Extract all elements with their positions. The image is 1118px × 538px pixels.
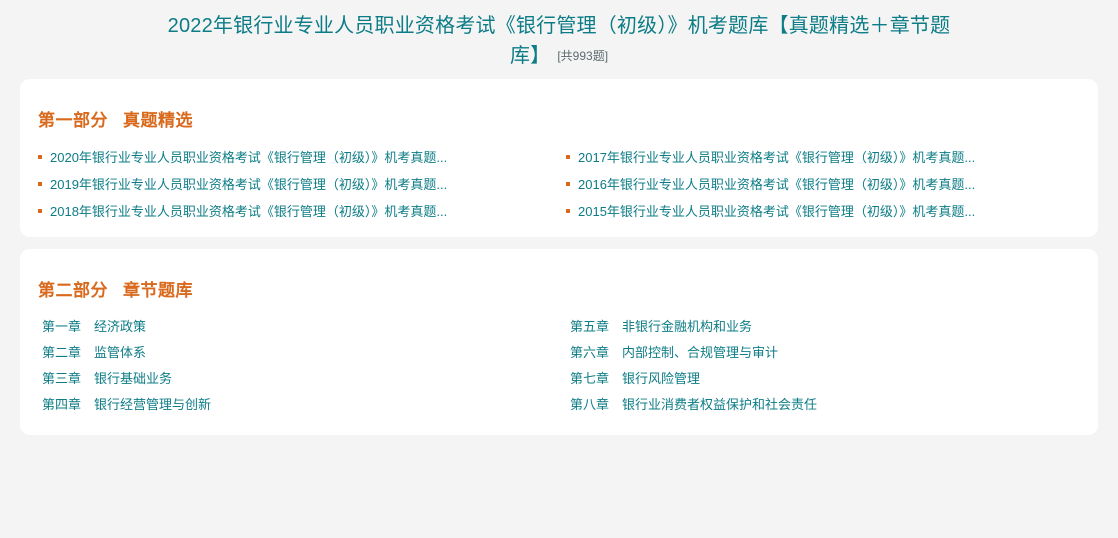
chapter-label: 经济政策	[94, 319, 147, 334]
exam-link-label: 2020年银行业专业人员职业资格考试《银行管理（初级）》机考真题...	[50, 150, 448, 165]
chapter-label: 监管体系	[94, 345, 147, 360]
chapter-label: 内部控制、合规管理与审计	[622, 345, 779, 360]
bullet-square-icon	[566, 182, 570, 186]
list-item[interactable]: 2015年银行业专业人员职业资格考试《银行管理（初级）》机考真题...	[562, 198, 1090, 225]
list-item[interactable]: 第五章 非银行金融机构和业务	[570, 314, 1098, 340]
part2-heading: 第二部分 章节题库	[20, 249, 1098, 301]
chapter-number: 第八章	[570, 397, 610, 412]
part2-columns: 第一章 经济政策 第二章 监管体系 第三章 银行基础业务 第四章 银行经营管理与创新 第…	[20, 301, 1098, 418]
page-root: 2022年银行业专业人员职业资格考试《银行管理（初级）》机考题库【真题精选＋章节…	[0, 0, 1118, 538]
part2-column-left: 第一章 经济政策 第二章 监管体系 第三章 银行基础业务 第四章 银行经营管理与创新	[42, 314, 570, 418]
exam-link-label: 2017年银行业专业人员职业资格考试《银行管理（初级）》机考真题...	[578, 150, 976, 165]
chapter-number: 第六章	[570, 345, 610, 360]
list-item[interactable]: 第六章 内部控制、合规管理与审计	[570, 340, 1098, 366]
part1-column-left: 2020年银行业专业人员职业资格考试《银行管理（初级）》机考真题... 2019…	[34, 144, 562, 225]
bullet-square-icon	[566, 209, 570, 213]
chapter-number: 第一章	[42, 319, 82, 334]
part1-columns: 2020年银行业专业人员职业资格考试《银行管理（初级）》机考真题... 2019…	[20, 131, 1098, 225]
list-item[interactable]: 第三章 银行基础业务	[42, 366, 570, 392]
chapter-number: 第三章	[42, 371, 82, 386]
chapter-number: 第七章	[570, 371, 610, 386]
part1-card: 第一部分 真题精选 2020年银行业专业人员职业资格考试《银行管理（初级）》机考真…	[20, 79, 1098, 237]
bullet-square-icon	[38, 155, 42, 159]
part2-index-label: 第二部分	[38, 281, 108, 300]
list-item[interactable]: 第二章 监管体系	[42, 340, 570, 366]
chapter-label: 银行基础业务	[94, 371, 173, 386]
list-item[interactable]: 2020年银行业专业人员职业资格考试《银行管理（初级）》机考真题...	[34, 144, 562, 171]
exam-link-label: 2018年银行业专业人员职业资格考试《银行管理（初级）》机考真题...	[50, 204, 448, 219]
bullet-square-icon	[38, 182, 42, 186]
chapter-label: 银行经营管理与创新	[94, 397, 212, 412]
part1-title-label: 真题精选	[123, 111, 193, 130]
part2-card: 第二部分 章节题库 第一章 经济政策 第二章 监管体系 第三章 银行基础业务 第四章 银行…	[20, 249, 1098, 435]
chapter-label: 非银行金融机构和业务	[622, 319, 753, 334]
exam-link-label: 2015年银行业专业人员职业资格考试《银行管理（初级）》机考真题...	[578, 204, 976, 219]
chapter-label: 银行业消费者权益保护和社会责任	[622, 397, 818, 412]
part2-column-right: 第五章 非银行金融机构和业务 第六章 内部控制、合规管理与审计 第七章 银行风险管理 …	[570, 314, 1098, 418]
list-item[interactable]: 第一章 经济政策	[42, 314, 570, 340]
question-count-badge: [共993题]	[557, 49, 609, 63]
exam-link-label: 2019年银行业专业人员职业资格考试《银行管理（初级）》机考真题...	[50, 177, 448, 192]
page-title: 2022年银行业专业人员职业资格考试《银行管理（初级）》机考题库【真题精选＋章节…	[164, 0, 954, 73]
list-item[interactable]: 第七章 银行风险管理	[570, 366, 1098, 392]
part2-title-label: 章节题库	[123, 281, 193, 300]
chapter-label: 银行风险管理	[622, 371, 701, 386]
part1-heading: 第一部分 真题精选	[20, 79, 1098, 131]
chapter-number: 第五章	[570, 319, 610, 334]
part1-index-label: 第一部分	[38, 111, 108, 130]
list-item[interactable]: 第八章 银行业消费者权益保护和社会责任	[570, 392, 1098, 418]
list-item[interactable]: 2018年银行业专业人员职业资格考试《银行管理（初级）》机考真题...	[34, 198, 562, 225]
chapter-number: 第二章	[42, 345, 82, 360]
list-item[interactable]: 2017年银行业专业人员职业资格考试《银行管理（初级）》机考真题...	[562, 144, 1090, 171]
list-item[interactable]: 2019年银行业专业人员职业资格考试《银行管理（初级）》机考真题...	[34, 171, 562, 198]
list-item[interactable]: 2016年银行业专业人员职业资格考试《银行管理（初级）》机考真题...	[562, 171, 1090, 198]
exam-link-label: 2016年银行业专业人员职业资格考试《银行管理（初级）》机考真题...	[578, 177, 976, 192]
chapter-number: 第四章	[42, 397, 82, 412]
list-item[interactable]: 第四章 银行经营管理与创新	[42, 392, 570, 418]
bullet-square-icon	[566, 155, 570, 159]
bullet-square-icon	[38, 209, 42, 213]
part1-column-right: 2017年银行业专业人员职业资格考试《银行管理（初级）》机考真题... 2016…	[562, 144, 1090, 225]
